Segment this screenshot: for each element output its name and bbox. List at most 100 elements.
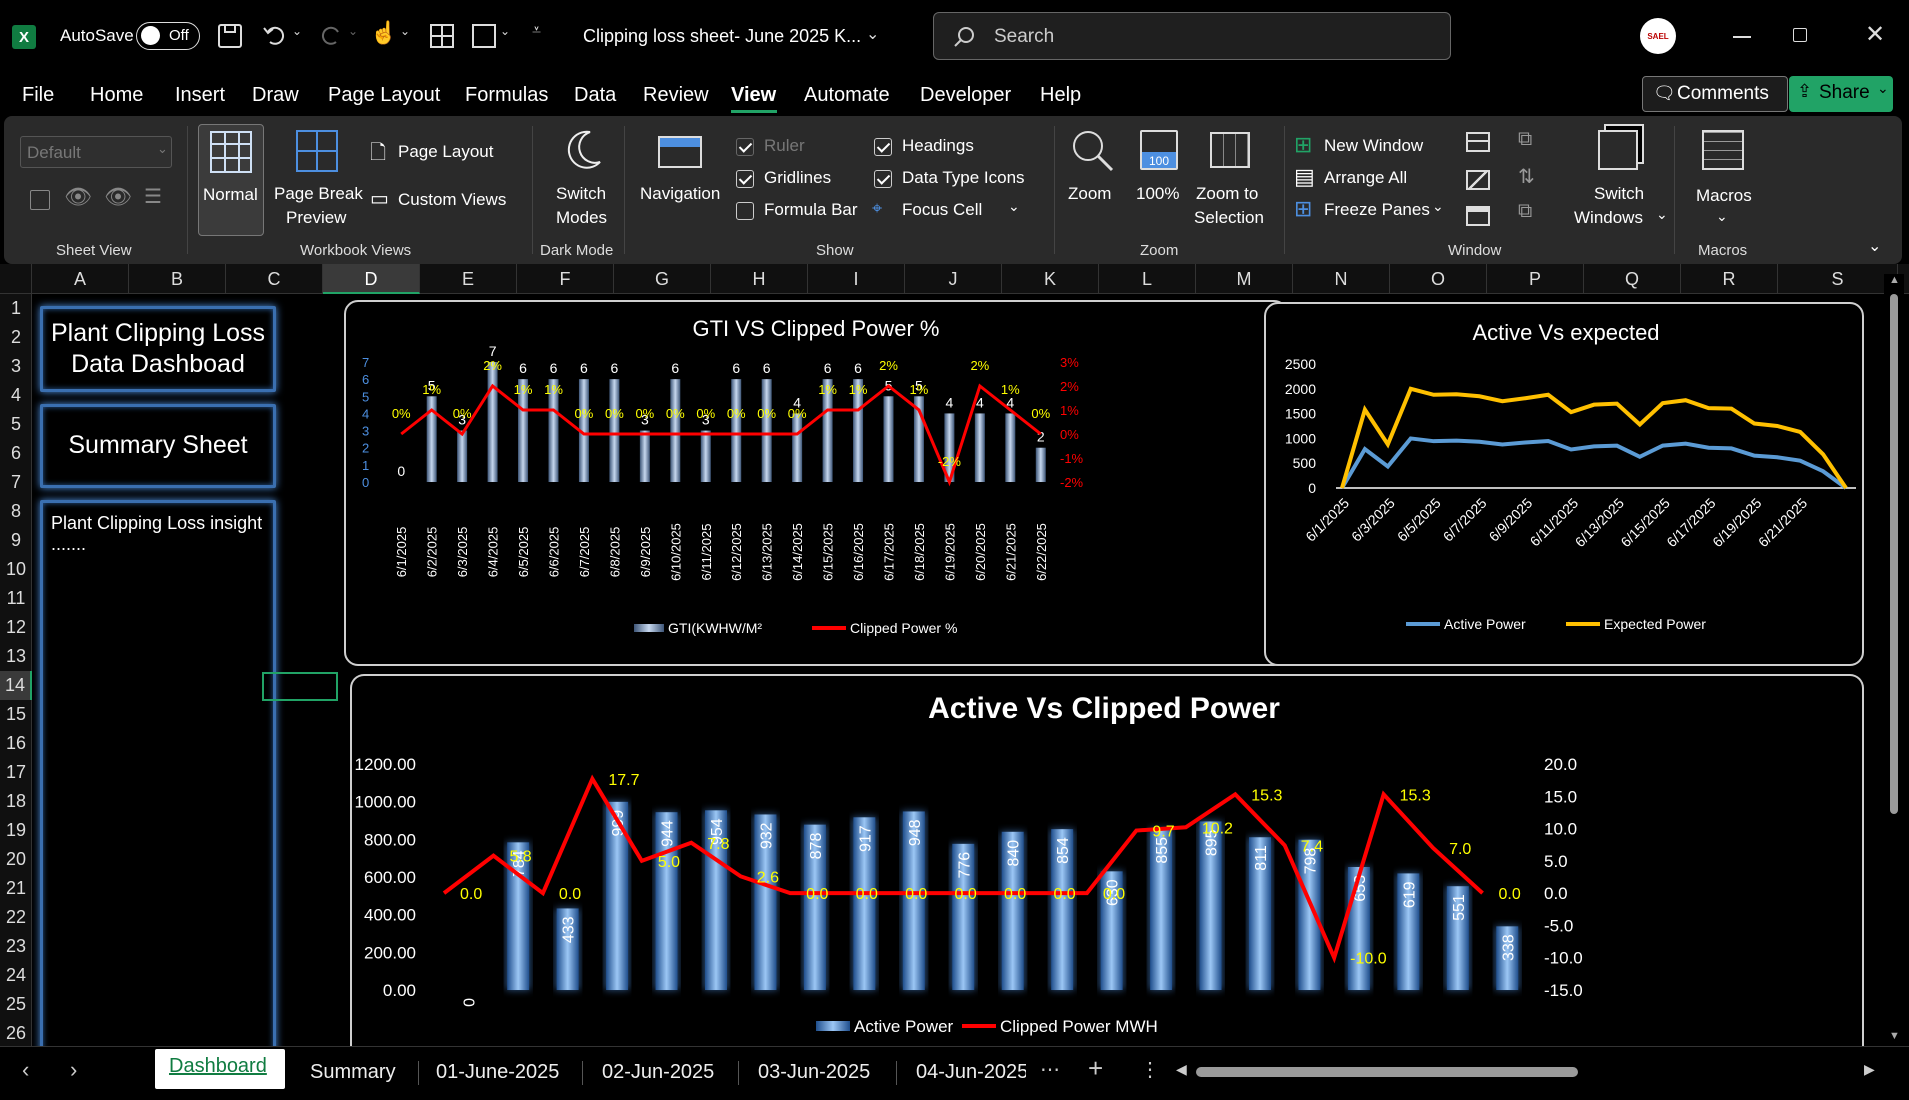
column-header-r[interactable]: R: [1681, 264, 1778, 294]
normal-view-button[interactable]: Normal: [198, 124, 264, 236]
vertical-scrollbar-track[interactable]: ▲ ▼: [1884, 274, 1904, 1046]
menu-automate[interactable]: Automate: [804, 84, 890, 107]
macros-button[interactable]: Macros ⌄: [1684, 124, 1764, 236]
select-all-corner[interactable]: [0, 264, 32, 294]
row-header-2[interactable]: 2: [0, 323, 32, 352]
row-header-10[interactable]: 10: [0, 555, 32, 584]
vertical-scrollbar-thumb[interactable]: [1890, 294, 1898, 814]
prev-sheet-icon[interactable]: ‹: [22, 1057, 29, 1083]
close-icon[interactable]: ✕: [1865, 20, 1885, 49]
minimize-icon[interactable]: [1733, 36, 1751, 38]
column-header-n[interactable]: N: [1293, 264, 1390, 294]
layout-dropdown-icon[interactable]: ⌄: [500, 24, 510, 38]
menu-draw[interactable]: Draw: [252, 84, 299, 107]
undo-dropdown-icon[interactable]: ⌄: [292, 24, 302, 38]
row-header-8[interactable]: 8: [0, 497, 32, 526]
touch-mode-icon[interactable]: ☝: [370, 20, 397, 46]
column-header-p[interactable]: P: [1487, 264, 1584, 294]
column-header-a[interactable]: A: [32, 264, 129, 294]
redo-dropdown-icon[interactable]: ⌄: [348, 24, 358, 38]
focus-cell-button[interactable]: Focus Cell: [902, 200, 982, 220]
comments-button[interactable]: 🗨 Comments: [1642, 76, 1788, 112]
gridlines-checkbox[interactable]: [736, 170, 754, 188]
sync-scroll-icon[interactable]: ⇅: [1518, 164, 1535, 189]
next-sheet-icon[interactable]: ›: [70, 1057, 77, 1083]
tab-03-jun[interactable]: 03-Jun-2025: [758, 1053, 870, 1091]
column-header-m[interactable]: M: [1196, 264, 1293, 294]
column-header-s[interactable]: S: [1778, 264, 1898, 294]
restore-icon[interactable]: [1793, 28, 1807, 42]
row-header-22[interactable]: 22: [0, 903, 32, 932]
menu-home[interactable]: Home: [90, 84, 143, 107]
horizontal-scrollbar-thumb[interactable]: [1196, 1067, 1578, 1077]
search-box[interactable]: Search: [933, 12, 1451, 60]
column-header-l[interactable]: L: [1099, 264, 1196, 294]
row-header-11[interactable]: 11: [0, 584, 32, 613]
row-header-13[interactable]: 13: [0, 642, 32, 671]
undo-icon[interactable]: [262, 22, 288, 48]
menu-formulas[interactable]: Formulas: [465, 84, 548, 107]
document-title[interactable]: Clipping loss sheet- June 2025 K...: [583, 26, 861, 47]
zoom-to-selection-button[interactable]: Zoom to Selection: [1190, 124, 1276, 236]
page-break-preview-button[interactable]: Page Break Preview: [270, 124, 364, 236]
switch-modes-button[interactable]: Switch Modes: [544, 124, 616, 236]
arrange-all-button[interactable]: Arrange All: [1324, 168, 1407, 188]
menu-page-layout[interactable]: Page Layout: [328, 84, 440, 107]
column-header-c[interactable]: C: [226, 264, 323, 294]
tab-01-june[interactable]: 01-June-2025: [436, 1053, 559, 1091]
column-header-j[interactable]: J: [905, 264, 1002, 294]
column-header-g[interactable]: G: [614, 264, 711, 294]
freeze-panes-button[interactable]: Freeze Panes: [1324, 200, 1430, 220]
tab-summary[interactable]: Summary: [310, 1053, 396, 1091]
selected-cell[interactable]: [262, 672, 338, 701]
menu-developer[interactable]: Developer: [920, 84, 1011, 107]
menu-help[interactable]: Help: [1040, 84, 1081, 107]
borders-icon[interactable]: [430, 24, 454, 48]
column-header-q[interactable]: Q: [1584, 264, 1681, 294]
tab-dashboard[interactable]: Dashboard: [155, 1049, 285, 1089]
menu-review[interactable]: Review: [643, 84, 709, 107]
more-tabs-icon[interactable]: ⋯: [1040, 1057, 1060, 1082]
row-header-4[interactable]: 4: [0, 381, 32, 410]
row-header-21[interactable]: 21: [0, 874, 32, 903]
zoom-button[interactable]: Zoom: [1062, 124, 1122, 236]
headings-checkbox[interactable]: [874, 138, 892, 156]
menu-insert[interactable]: Insert: [175, 84, 225, 107]
ruler-checkbox[interactable]: [736, 138, 754, 156]
row-header-5[interactable]: 5: [0, 410, 32, 439]
touch-dropdown-icon[interactable]: ⌄: [400, 24, 410, 38]
row-header-9[interactable]: 9: [0, 526, 32, 555]
page-layout-button[interactable]: Page Layout: [398, 142, 493, 162]
custom-views-button[interactable]: Custom Views: [398, 190, 506, 210]
formula-bar-checkbox[interactable]: [736, 202, 754, 220]
redo-icon[interactable]: [318, 22, 344, 48]
row-header-14[interactable]: 14: [0, 671, 32, 700]
zoom-100-button[interactable]: 100 100%: [1128, 124, 1188, 236]
row-header-19[interactable]: 19: [0, 816, 32, 845]
freeze-panes-dropdown-icon[interactable]: ⌄: [1432, 198, 1444, 215]
row-header-26[interactable]: 26: [0, 1019, 32, 1048]
column-header-i[interactable]: I: [808, 264, 905, 294]
share-button[interactable]: ⇪ Share ⌄: [1789, 76, 1893, 112]
row-header-25[interactable]: 25: [0, 990, 32, 1019]
scroll-down-icon[interactable]: ▼: [1889, 1030, 1900, 1042]
hide-icon[interactable]: [1466, 170, 1490, 190]
row-header-17[interactable]: 17: [0, 758, 32, 787]
menu-file[interactable]: File: [22, 84, 54, 107]
row-header-3[interactable]: 3: [0, 352, 32, 381]
tab-02-jun[interactable]: 02-Jun-2025: [602, 1053, 714, 1091]
reset-position-icon[interactable]: ⧉: [1518, 200, 1532, 223]
row-header-20[interactable]: 20: [0, 845, 32, 874]
row-header-16[interactable]: 16: [0, 729, 32, 758]
row-header-12[interactable]: 12: [0, 613, 32, 642]
menu-view[interactable]: View: [731, 84, 776, 107]
title-dropdown-icon[interactable]: ⌄: [866, 24, 879, 44]
sheet-view-dropdown[interactable]: Default ⌄: [20, 136, 172, 168]
autosave-toggle[interactable]: Off: [136, 22, 200, 50]
data-type-icons-checkbox[interactable]: [874, 170, 892, 188]
tab-options-icon[interactable]: ⋮: [1140, 1057, 1160, 1082]
layout-icon[interactable]: [472, 24, 496, 48]
row-header-6[interactable]: 6: [0, 439, 32, 468]
navigation-button[interactable]: Navigation: [634, 124, 738, 236]
side-by-side-icon[interactable]: ⧉: [1518, 128, 1532, 151]
